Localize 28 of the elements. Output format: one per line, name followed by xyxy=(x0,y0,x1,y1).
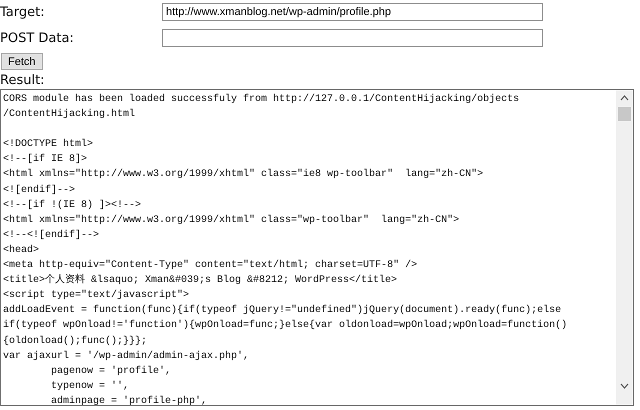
field-label: Target: xyxy=(0,4,46,20)
code-line: <meta http-equiv="Content-Type" content="text/html; charset=UTF-8" /> xyxy=(3,258,418,274)
code-line: pagenow = 'profile', xyxy=(50,364,172,379)
result-label: Result: xyxy=(0,73,45,88)
code-line: <script type="text/javascript"> xyxy=(3,288,190,304)
code-line: <head> xyxy=(3,244,40,258)
code-line: /ContentHijacking.html xyxy=(3,108,136,122)
post-data-input-field[interactable] xyxy=(162,29,543,47)
code-line: <html xmlns="http://www.w3.org/1999/xhtml" class="ie8 wp-toolbar" lang="zh-CN"> xyxy=(3,168,484,182)
code-line: {oldonload();func();}}}; xyxy=(3,334,148,348)
code-line: <!--<![endif]--> xyxy=(3,228,100,243)
vertical-scrollbar[interactable] xyxy=(616,90,633,405)
code-line: addLoadEvent = function(func){if(typeof jQuery!="undefined")jQuery(document).ready(func);else xyxy=(3,304,562,318)
fetch-button[interactable]: Fetch xyxy=(1,53,43,70)
code-line: CORS module has been loaded successfuly from http://127.0.0.1/ContentHijacking/objects xyxy=(3,92,520,107)
field-label: POST Data: xyxy=(0,30,75,46)
code-line: adminpage = 'profile-php', xyxy=(50,394,208,405)
code-line: <html xmlns="http://www.w3.org/1999/xhtml" class="wp-toolbar" lang="zh-CN"> xyxy=(3,214,460,228)
code-line: <!--[if IE 8]> xyxy=(3,152,88,168)
code-line: var ajaxurl = '/wp-admin/admin-ajax.php', xyxy=(3,350,250,364)
target-input-field[interactable]: http://www.xmanblog.net/wp-admin/profile.php xyxy=(162,3,543,21)
code-line: <!--[if !(IE 8) ]><!--> xyxy=(3,198,142,213)
code-line: <title>个人资料 &lsaquo; Xman&#039;s Blog &#8212; WordPress</title> xyxy=(3,273,398,288)
code-line: if(typeof wpOnload!='function'){wpOnload=func;}else{var oldonload=wpOnload;wpOnload=function() xyxy=(3,318,568,334)
code-line: <![endif]--> xyxy=(3,184,76,198)
result-text-area[interactable] xyxy=(0,89,634,406)
code-line: typenow = '', xyxy=(50,380,130,394)
code-line: <!DOCTYPE html> xyxy=(3,138,94,152)
